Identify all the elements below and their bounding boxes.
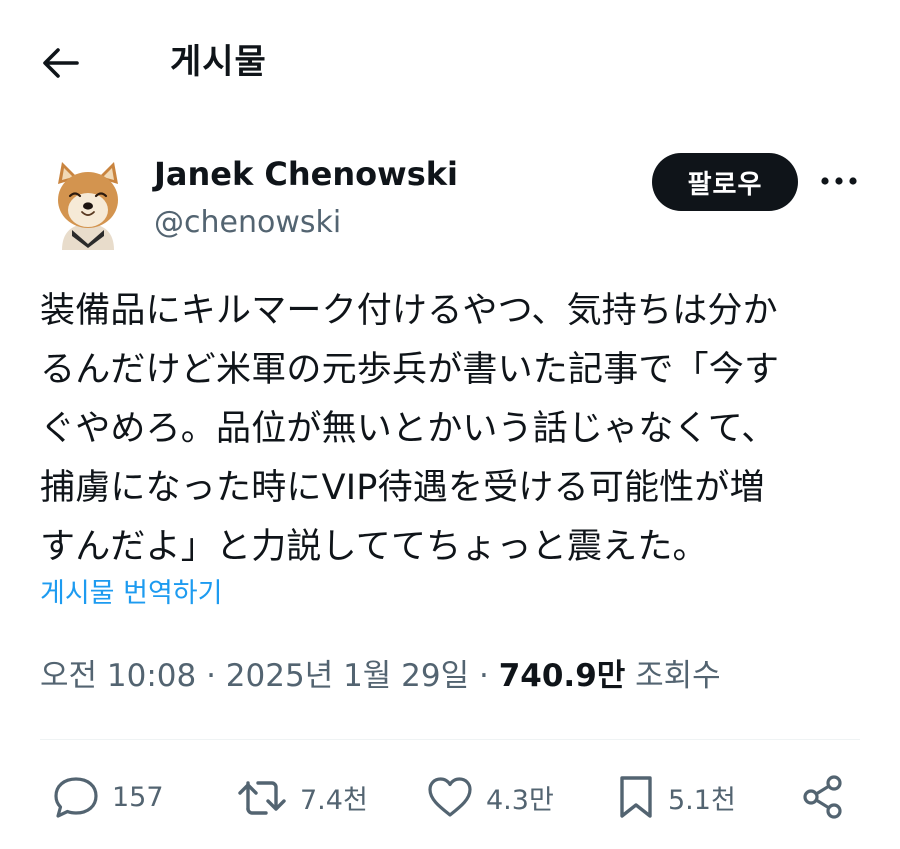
like-button[interactable]: 4.3만: [426, 770, 554, 824]
reply-bubble-icon: [54, 777, 98, 818]
post-time[interactable]: 오전 10:08: [40, 658, 196, 694]
share-button[interactable]: [800, 770, 846, 824]
post-metadata: 오전 10:08 · 2025년 1월 29일 · 740.9만 조회수: [40, 652, 721, 700]
divider: [40, 739, 860, 740]
back-arrow-icon: [43, 48, 79, 78]
meta-separator: ·: [196, 658, 226, 694]
tweet-text-line: 装備品にキルマーク付けるやつ、気持ちは分か: [40, 291, 778, 331]
follow-button[interactable]: 팔로우: [652, 153, 798, 211]
bookmark-count: 5.1천: [668, 784, 736, 816]
repost-button[interactable]: 7.4천: [236, 770, 368, 824]
post-date[interactable]: 2025년 1월 29일: [226, 658, 469, 694]
bookmark-icon: [620, 776, 652, 818]
dog-avatar-icon: [58, 162, 118, 250]
reply-button[interactable]: 157: [52, 770, 164, 824]
author-display-name[interactable]: Janek Chenowski: [154, 152, 458, 196]
tweet-text-line: ぐやめろ。品位が無いとかいう話じゃなくて、: [40, 409, 777, 449]
page-title: 게시물: [170, 42, 267, 82]
repost-count: 7.4천: [300, 784, 368, 816]
avatar[interactable]: [52, 156, 124, 250]
back-button[interactable]: [36, 40, 86, 86]
tweet-text-line: るんだけど米軍の元歩兵が書いた記事で「今す: [40, 350, 780, 390]
bookmark-button[interactable]: 5.1천: [616, 770, 736, 824]
more-dots-icon: [821, 177, 857, 185]
views-label: 조회수: [635, 658, 721, 694]
translate-post-link[interactable]: 게시물 번역하기: [40, 574, 222, 614]
tweet-text-line: 捕虜になった時にVIP待遇を受ける可能性が増: [40, 468, 765, 508]
views-count: 740.9만: [498, 658, 626, 694]
tweet-text: 装備品にキルマーク付けるやつ、気持ちは分か るんだけど米軍の元歩兵が書いた記事で…: [40, 282, 860, 577]
author-handle[interactable]: @chenowski: [154, 202, 341, 244]
tweet-text-line: すんだよ」と力説しててちょっと震えた。: [40, 527, 708, 567]
more-options-button[interactable]: [816, 158, 862, 204]
heart-icon: [428, 777, 472, 817]
like-count: 4.3만: [486, 784, 554, 816]
repost-icon: [238, 781, 286, 815]
meta-separator: ·: [469, 658, 499, 694]
reply-count: 157: [112, 781, 164, 813]
share-icon: [803, 775, 842, 819]
top-bar: 게시물: [0, 0, 900, 130]
